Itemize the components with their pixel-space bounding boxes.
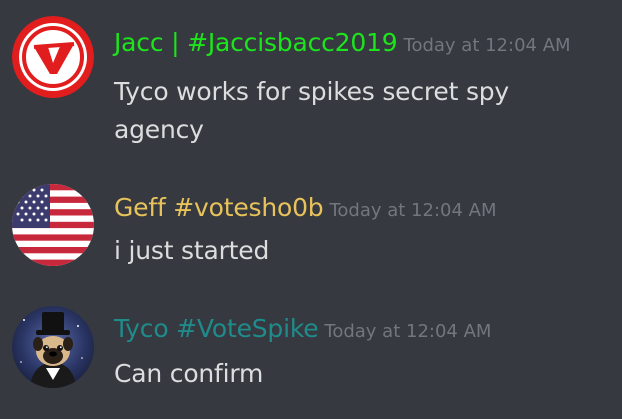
username[interactable]: Jacc | #Jaccisbacc2019: [114, 28, 398, 57]
username[interactable]: Geff #votesho0b: [114, 193, 324, 222]
message-text: Can confirm: [114, 359, 264, 388]
username[interactable]: Tyco #VoteSpike: [114, 314, 319, 343]
message-header: Tyco #VoteSpike Today at 12:04 AM: [114, 314, 491, 343]
message-header: Geff #votesho0b Today at 12:04 AM: [114, 193, 497, 222]
timestamp: Today at 12:04 AM: [324, 321, 492, 342]
us-flag-icon[interactable]: [12, 184, 94, 266]
message-header: Jacc | #Jaccisbacc2019 Today at 12:04 AM: [114, 28, 571, 57]
message-text: i just started: [114, 236, 270, 265]
message-text: Tyco works for spikes secret spy agency: [114, 77, 510, 144]
timestamp: Today at 12:04 AM: [403, 35, 571, 56]
pug-top-hat-icon[interactable]: [12, 306, 94, 388]
timestamp: Today at 12:04 AM: [329, 200, 497, 221]
red-v-logo-icon[interactable]: [12, 16, 94, 98]
